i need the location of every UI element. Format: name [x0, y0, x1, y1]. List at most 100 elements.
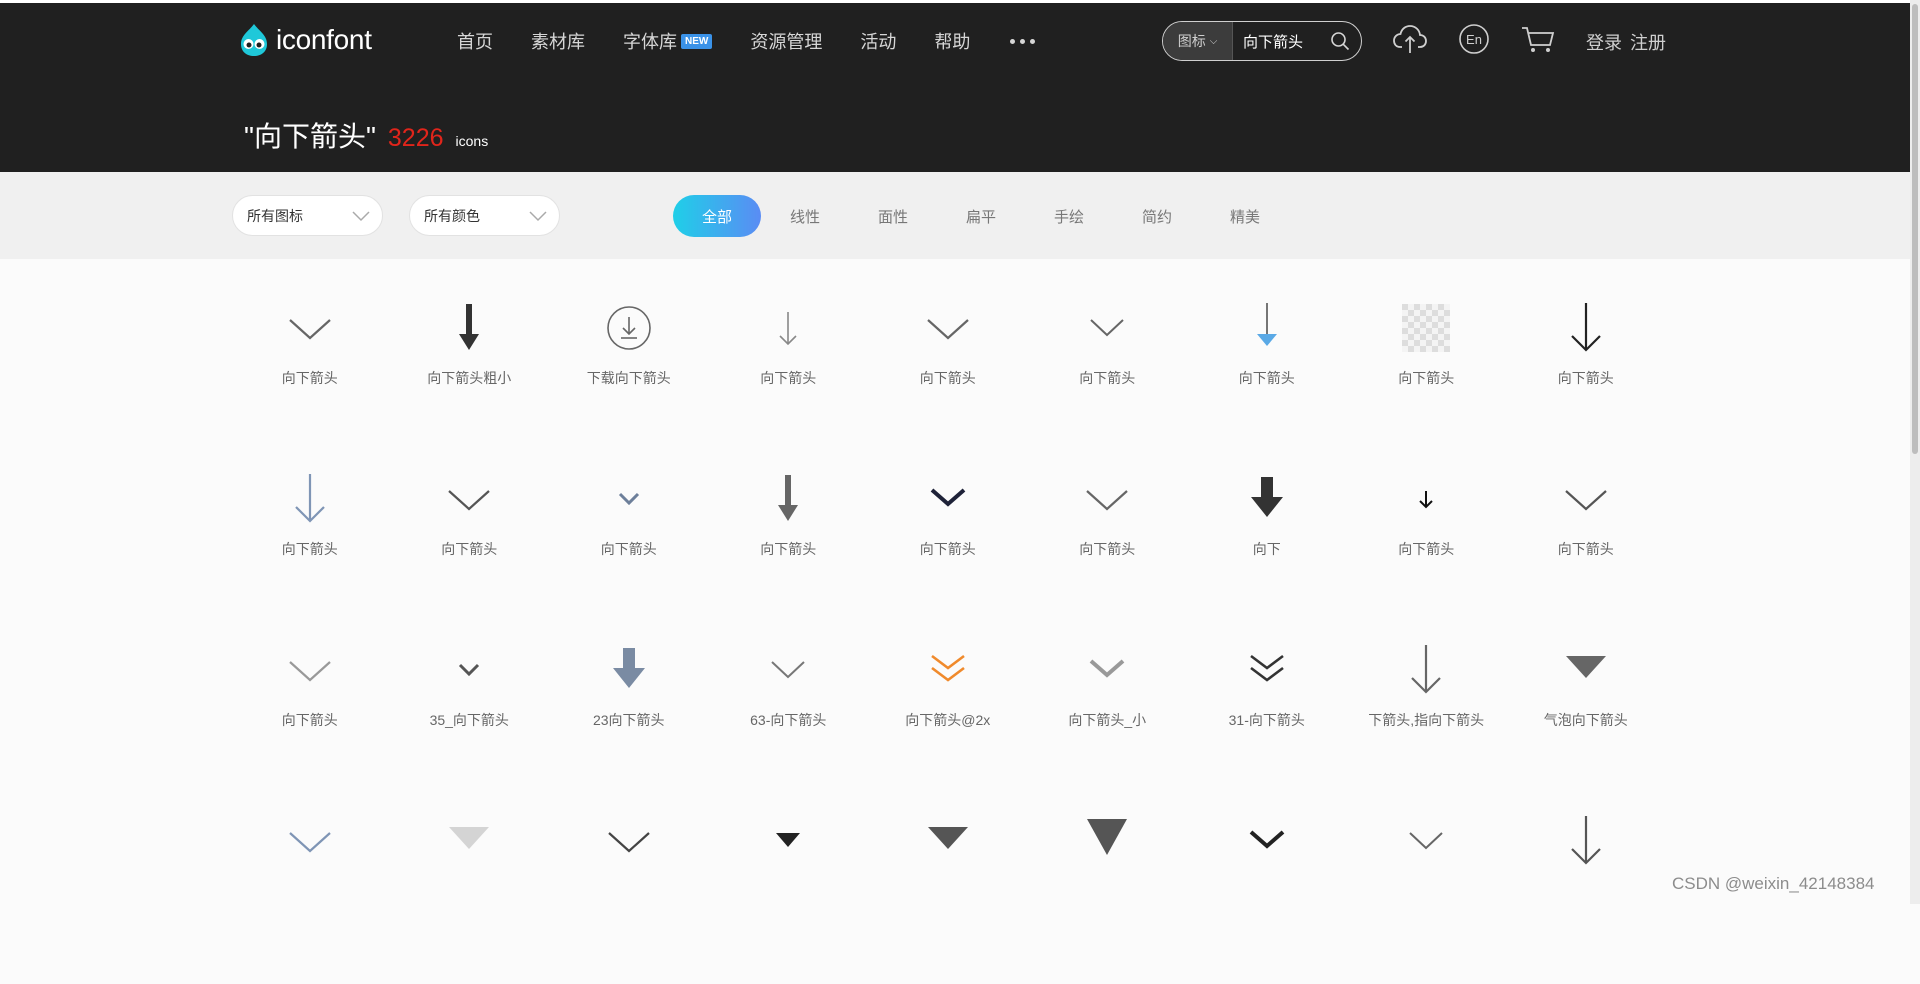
nav-fonts[interactable]: 字体库 NEW — [623, 28, 713, 54]
icon-card[interactable]: 向下箭头 — [1028, 300, 1188, 471]
icon-card[interactable]: 向下箭头 — [1347, 471, 1507, 642]
tab-handdrawn[interactable]: 手绘 — [1025, 195, 1113, 237]
icon-card-label: 向下箭头 — [1398, 541, 1455, 557]
icon-card[interactable] — [1506, 813, 1666, 984]
arrow-down-line-icon — [282, 471, 338, 527]
tab-filled[interactable]: 面性 — [849, 195, 937, 237]
chevron-down-icon — [601, 813, 657, 869]
nav-activities-label: 活动 — [860, 32, 897, 52]
icon-card[interactable]: 向下箭头@2x — [868, 642, 1028, 813]
scrollbar-thumb[interactable] — [1912, 4, 1918, 454]
icon-card[interactable]: 向下箭头 — [1028, 471, 1188, 642]
result-count: 3226 — [387, 124, 444, 152]
icon-type-dropdown[interactable]: 所有图标 — [232, 195, 383, 236]
chevron-down-small-icon — [760, 642, 816, 698]
search-input[interactable] — [1233, 31, 1323, 51]
icon-card[interactable]: 35_向下箭头 — [390, 642, 550, 813]
triangle-down-icon — [441, 813, 497, 869]
icon-card[interactable]: 气泡向下箭头 — [1506, 642, 1666, 813]
icon-card-label: 63-向下箭头 — [750, 712, 827, 728]
chevron-down-icon — [282, 813, 338, 869]
tab-exquisite[interactable]: 精美 — [1201, 195, 1289, 237]
icon-card[interactable]: 向下箭头粗小 — [390, 300, 550, 471]
icon-card-label: 向下箭头 — [1398, 370, 1455, 386]
double-chevron-down-icon — [920, 642, 976, 698]
icon-card-label: 向下箭头 — [281, 541, 338, 557]
logo-icon — [241, 24, 267, 56]
triangle-down-big-icon — [1079, 813, 1135, 869]
more-menu-icon[interactable] — [1010, 38, 1040, 44]
icon-card[interactable]: 向下箭头_小 — [1028, 642, 1188, 813]
icon-card-label: 向下箭头 — [760, 370, 817, 386]
arrow-down-fat-icon — [1239, 471, 1295, 527]
tab-minimal[interactable]: 简约 — [1113, 195, 1201, 237]
arrow-down-line-icon — [1558, 813, 1614, 869]
search-type-select[interactable]: 图标 ⌵ — [1163, 22, 1233, 60]
icon-card-label: 下箭头,指向下箭头 — [1368, 712, 1485, 728]
tab-flat[interactable]: 扁平 — [937, 195, 1025, 237]
icon-card[interactable]: 向下箭头 — [709, 471, 869, 642]
icon-card[interactable] — [1347, 813, 1507, 984]
checker-placeholder-icon — [1398, 300, 1454, 356]
language-toggle[interactable]: En — [1458, 23, 1490, 60]
chevron-down-thick-icon — [1239, 813, 1295, 869]
icon-card[interactable] — [549, 813, 709, 984]
icon-card[interactable]: 下箭头,指向下箭头 — [1347, 642, 1507, 813]
icon-card[interactable]: 向下箭头 — [390, 471, 550, 642]
icon-card[interactable]: 向下箭头 — [230, 642, 390, 813]
icon-card[interactable]: 向下箭头 — [1506, 300, 1666, 471]
icon-card[interactable] — [1187, 813, 1347, 984]
top-bar: iconfont 首页 素材库 字体库 NEW 资源管理 活动 帮助 图标 ⌵ … — [0, 0, 1910, 172]
tab-all[interactable]: 全部 — [673, 195, 761, 237]
icon-card[interactable] — [868, 813, 1028, 984]
logo[interactable]: iconfont — [236, 22, 372, 58]
icon-card-label: 下载向下箭头 — [586, 370, 671, 386]
language-label: En — [1466, 32, 1482, 47]
icon-card[interactable] — [1028, 813, 1188, 984]
icon-card[interactable]: 下载向下箭头 — [549, 300, 709, 471]
nav-home[interactable]: 首页 — [457, 28, 493, 54]
tab-linear[interactable]: 线性 — [761, 195, 849, 237]
icon-card[interactable] — [709, 813, 869, 984]
cloud-upload-icon[interactable] — [1392, 23, 1428, 60]
icon-card-label: 向下箭头 — [441, 541, 498, 557]
chevron-down-thick-icon — [920, 471, 976, 527]
arrow-down-bold-icon — [441, 300, 497, 356]
icon-card[interactable]: 向下箭头 — [709, 300, 869, 471]
result-title: "向下箭头" 3226 icons — [244, 115, 488, 155]
login-link[interactable]: 登录 — [1586, 33, 1622, 53]
icon-card[interactable]: 向下 — [1187, 471, 1347, 642]
icon-card[interactable]: 31-向下箭头 — [1187, 642, 1347, 813]
nav-resources[interactable]: 资源管理 — [750, 28, 822, 54]
icon-card[interactable]: 63-向下箭头 — [709, 642, 869, 813]
nav-library[interactable]: 素材库 — [531, 28, 585, 54]
icon-card[interactable] — [230, 813, 390, 984]
icon-card[interactable]: 向下箭头 — [1347, 300, 1507, 471]
color-dropdown[interactable]: 所有颜色 — [409, 195, 560, 236]
icon-card[interactable]: 向下箭头 — [230, 300, 390, 471]
icon-card[interactable]: 向下箭头 — [868, 471, 1028, 642]
chevron-down-small-icon — [1079, 300, 1135, 356]
cart-icon[interactable] — [1520, 23, 1556, 60]
arrow-down-blue-tip-icon — [1239, 300, 1295, 356]
chevron-down-icon — [529, 211, 547, 222]
chevron-down-icon — [1079, 471, 1135, 527]
register-link[interactable]: 注册 — [1630, 33, 1666, 53]
icon-card[interactable]: 向下箭头 — [1187, 300, 1347, 471]
icon-card[interactable]: 向下箭头 — [549, 471, 709, 642]
search-icon[interactable] — [1323, 22, 1357, 60]
icon-card[interactable] — [390, 813, 550, 984]
icon-card[interactable]: 23向下箭头 — [549, 642, 709, 813]
arrow-down-thin-icon — [760, 300, 816, 356]
icon-card[interactable]: 向下箭头 — [868, 300, 1028, 471]
icon-card-label: 向下箭头 — [919, 541, 976, 557]
arrow-down-line-icon — [1398, 642, 1454, 698]
arrow-down-line-icon — [1558, 300, 1614, 356]
search-type-label: 图标 — [1177, 33, 1206, 49]
triangle-down-icon — [1558, 642, 1614, 698]
nav-help[interactable]: 帮助 — [934, 28, 970, 54]
icon-card[interactable]: 向下箭头 — [1506, 471, 1666, 642]
nav-activities[interactable]: 活动 — [860, 28, 896, 54]
icon-card[interactable]: 向下箭头 — [230, 471, 390, 642]
nav-library-label: 素材库 — [531, 32, 585, 52]
